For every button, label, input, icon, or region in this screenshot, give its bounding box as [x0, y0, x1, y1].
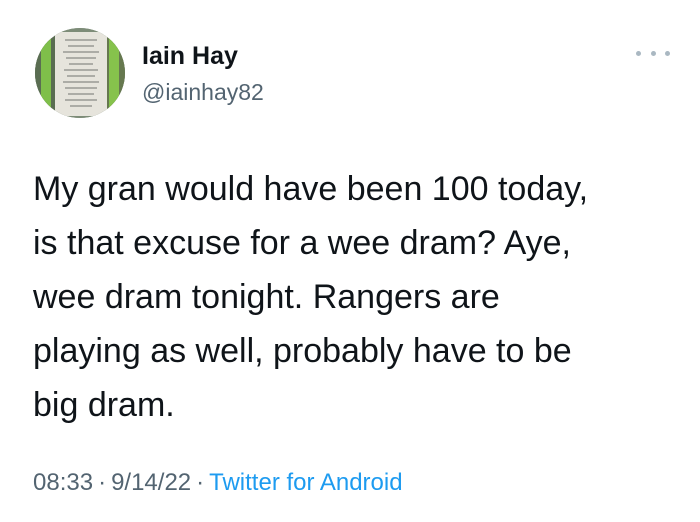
- meta-separator: ·: [98, 469, 107, 496]
- meta-separator: ·: [196, 469, 205, 496]
- tweet-time[interactable]: 08:33: [33, 469, 93, 496]
- more-dot: [650, 50, 656, 56]
- tweet-card: Iain Hay @iainhay82 My gran would have b…: [0, 0, 700, 522]
- tweet-date[interactable]: 9/14/22: [111, 469, 191, 496]
- avatar-image: [35, 28, 125, 118]
- more-dot: [636, 50, 641, 56]
- author-display-name[interactable]: Iain Hay: [142, 42, 238, 71]
- more-options-icon[interactable]: [636, 43, 670, 63]
- author-handle[interactable]: @iainhay82: [142, 79, 264, 106]
- avatar[interactable]: [35, 28, 125, 118]
- tweet-text: My gran would have been 100 today, is th…: [33, 170, 589, 424]
- tweet-metadata: 08:33 · 9/14/22 · Twitter for Android: [33, 469, 403, 497]
- more-dot: [665, 50, 670, 56]
- tweet-source-link[interactable]: Twitter for Android: [209, 469, 402, 496]
